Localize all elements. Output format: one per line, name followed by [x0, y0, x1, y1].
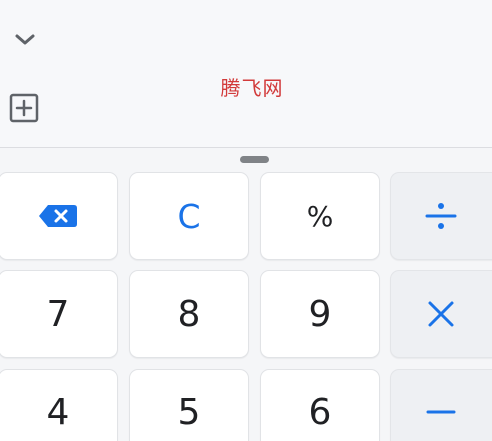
minus-icon [426, 410, 455, 414]
digit-4-button[interactable]: 4 [0, 369, 118, 441]
percent-label: % [306, 199, 334, 233]
minus-button[interactable] [390, 369, 492, 441]
clear-label: C [177, 196, 201, 236]
divide-button[interactable] [390, 172, 492, 260]
digit-label: 5 [177, 391, 201, 433]
digit-label: 8 [177, 293, 201, 335]
percent-button[interactable]: % [260, 172, 380, 260]
multiply-button[interactable] [390, 270, 492, 358]
multiply-icon [428, 301, 453, 327]
digit-label: 9 [308, 293, 332, 335]
keypad: C % 7 8 9 4 5 6 [0, 0, 492, 441]
digit-label: 7 [46, 293, 70, 335]
clear-button[interactable]: C [129, 172, 249, 260]
digit-5-button[interactable]: 5 [129, 369, 249, 441]
digit-9-button[interactable]: 9 [260, 270, 380, 358]
digit-label: 4 [46, 391, 70, 433]
digit-8-button[interactable]: 8 [129, 270, 249, 358]
digit-6-button[interactable]: 6 [260, 369, 380, 441]
backspace-icon [39, 205, 77, 227]
digit-label: 6 [308, 391, 332, 433]
backspace-button[interactable] [0, 172, 118, 260]
divide-icon [425, 203, 456, 229]
calculator-app: 腾飞网 C % 7 8 9 4 5 6 [0, 0, 492, 441]
digit-7-button[interactable]: 7 [0, 270, 118, 358]
